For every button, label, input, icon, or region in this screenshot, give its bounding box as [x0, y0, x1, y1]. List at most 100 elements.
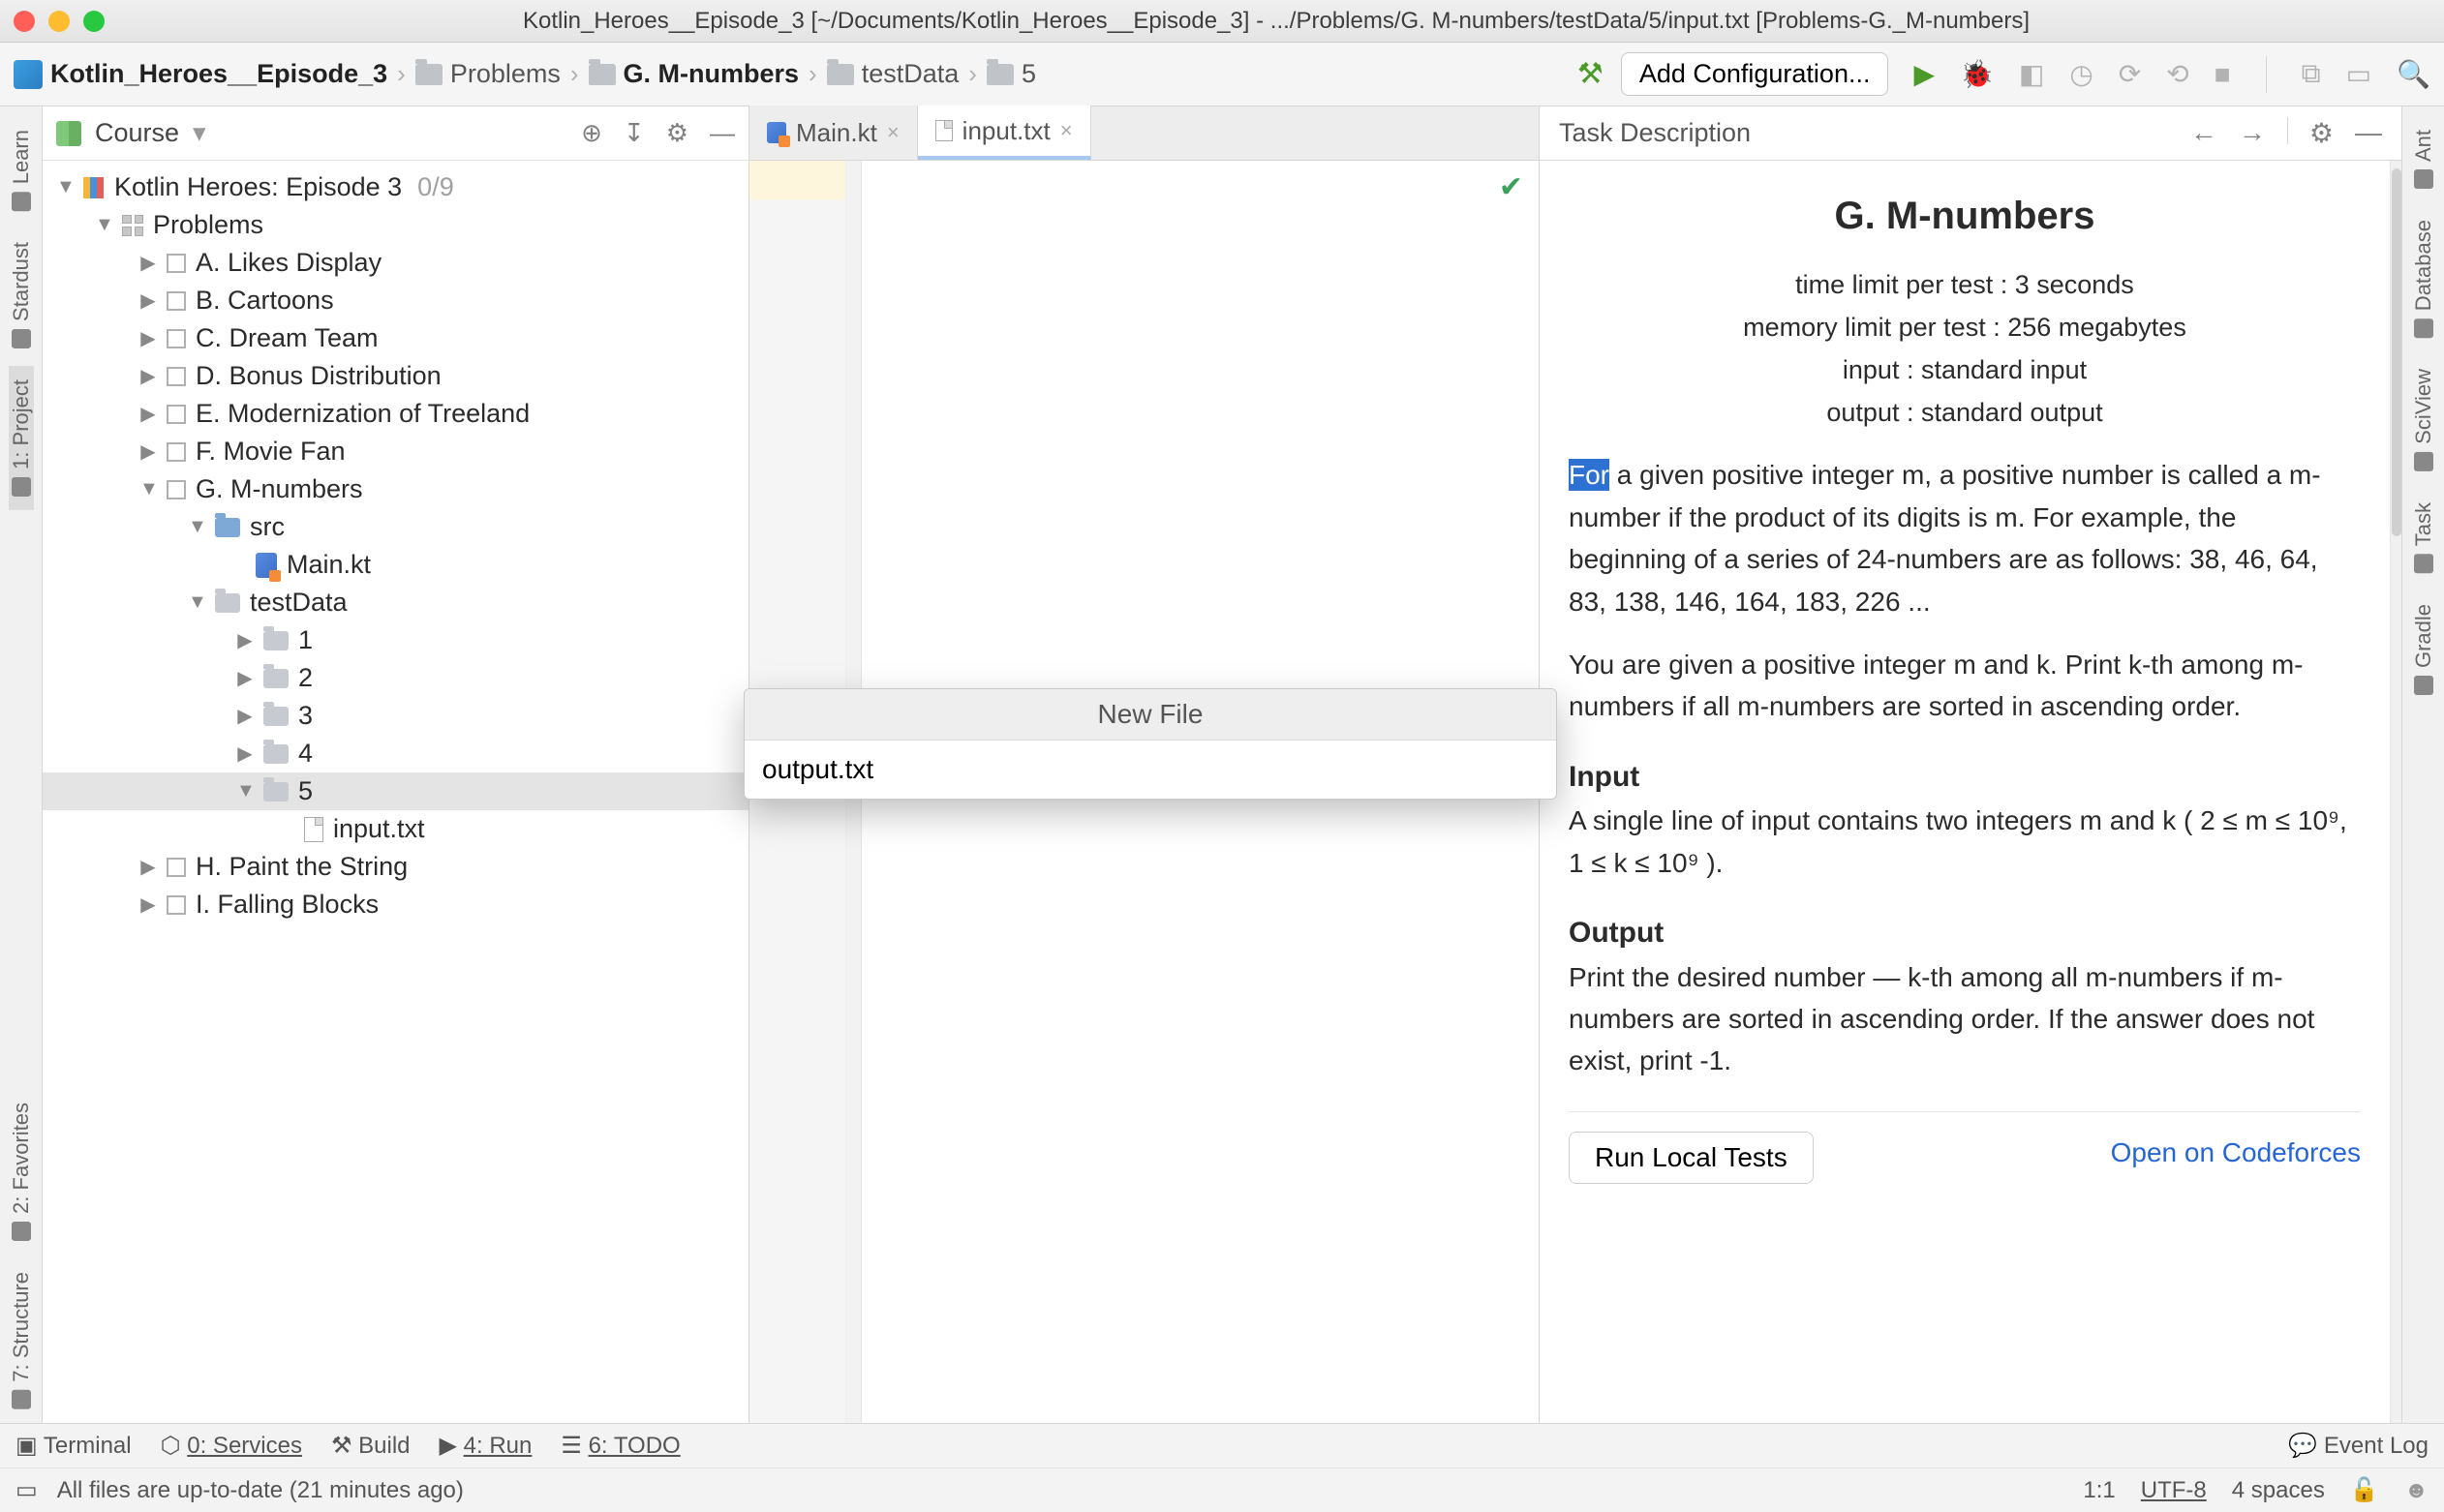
caret-icon[interactable]: [139, 439, 157, 464]
caret-icon[interactable]: [188, 516, 205, 538]
input-txt-file[interactable]: input.txt: [43, 810, 748, 848]
tool-gradle[interactable]: Gradle: [2411, 590, 2436, 709]
run-icon[interactable]: ▶: [1913, 58, 1935, 90]
tool-ant[interactable]: Ant: [2411, 116, 2436, 202]
caret-icon[interactable]: [95, 214, 112, 236]
tool-database[interactable]: Database: [2411, 206, 2436, 351]
build-icon[interactable]: ⚒: [1577, 57, 1604, 91]
open-on-codeforces-link[interactable]: Open on Codeforces: [2111, 1132, 2361, 1173]
run-target-icon[interactable]: ▭: [2346, 58, 2371, 90]
hide-icon[interactable]: —: [710, 118, 735, 148]
caret-icon[interactable]: [236, 666, 254, 690]
new-file-name-input[interactable]: [745, 741, 1556, 799]
tree-problem[interactable]: A. Likes Display: [43, 244, 748, 282]
testdata-subfolder[interactable]: 1: [43, 621, 748, 659]
caret-icon[interactable]: [139, 855, 157, 879]
tool-terminal[interactable]: ▣ Terminal: [15, 1432, 132, 1460]
testdata-subfolder[interactable]: 3: [43, 697, 748, 735]
caret-icon[interactable]: [139, 364, 157, 388]
debug-icon[interactable]: 🐞: [1960, 58, 1994, 90]
close-window-button[interactable]: [14, 11, 35, 32]
tree-problem[interactable]: H. Paint the String: [43, 848, 748, 886]
profile-icon[interactable]: ◷: [2069, 58, 2093, 90]
tool-learn[interactable]: Learn: [9, 116, 34, 225]
close-tab-icon[interactable]: ×: [1060, 118, 1073, 143]
editor-tab-input-txt[interactable]: input.txt×: [918, 106, 1091, 160]
tool-project[interactable]: 1: Project: [9, 366, 34, 510]
collapse-icon[interactable]: ↧: [624, 118, 645, 148]
src-folder[interactable]: src: [43, 508, 748, 546]
event-log[interactable]: 💬 Event Log: [2288, 1432, 2429, 1460]
tree-problem[interactable]: G. M-numbers: [43, 470, 748, 508]
tool-stardust[interactable]: Stardust: [9, 228, 34, 362]
tool-structure[interactable]: 7: Structure: [9, 1258, 34, 1423]
minimize-window-button[interactable]: [48, 11, 70, 32]
gear-icon[interactable]: ⚙: [2309, 117, 2334, 149]
tool-todo[interactable]: ☰ 6: TODO: [561, 1432, 680, 1460]
testdata-subfolder[interactable]: 4: [43, 735, 748, 772]
breadcrumb-item[interactable]: testData: [827, 59, 960, 89]
breadcrumb-item[interactable]: G. M-numbers: [589, 59, 800, 89]
gear-icon[interactable]: ⚙: [666, 118, 688, 148]
tree-problem[interactable]: D. Bonus Distribution: [43, 357, 748, 395]
testdata-subfolder-selected[interactable]: 5: [43, 772, 748, 810]
add-configuration-button[interactable]: Add Configuration...: [1621, 52, 1889, 96]
task-body[interactable]: G. M-numbers time limit per test : 3 sec…: [1540, 161, 2390, 1423]
caret-icon[interactable]: [56, 176, 74, 198]
caret-icon[interactable]: [139, 892, 157, 917]
readonly-lock-icon[interactable]: 🔓: [2350, 1476, 2379, 1504]
ide-status-icon[interactable]: ☻: [2404, 1477, 2429, 1504]
tool-run[interactable]: ▶ 4: Run: [440, 1432, 533, 1460]
search-icon[interactable]: 🔍: [2397, 58, 2430, 90]
scrollbar-thumb[interactable]: [2392, 168, 2401, 536]
forward-icon[interactable]: →: [2239, 117, 2266, 149]
editor-tab-main-kt[interactable]: Main.kt×: [749, 106, 918, 160]
testdata-subfolder[interactable]: 2: [43, 659, 748, 697]
main-kt-file[interactable]: Main.kt: [43, 546, 748, 584]
breadcrumb-item[interactable]: Problems: [415, 59, 561, 89]
stop-icon[interactable]: ■: [2215, 59, 2231, 90]
problems-node[interactable]: Problems: [43, 206, 748, 244]
tool-sciview[interactable]: SciView: [2411, 355, 2436, 485]
caret-icon[interactable]: [236, 780, 254, 802]
caret-icon[interactable]: [236, 704, 254, 728]
caret-icon[interactable]: [236, 741, 254, 766]
breadcrumb-root[interactable]: Kotlin_Heroes__Episode_3: [14, 59, 387, 89]
testdata-folder[interactable]: testData: [43, 584, 748, 621]
indent-setting[interactable]: 4 spaces: [2232, 1477, 2325, 1504]
caret-icon[interactable]: [139, 478, 157, 500]
target-icon[interactable]: ⊕: [581, 118, 602, 148]
breadcrumb-item[interactable]: 5: [987, 59, 1036, 89]
caret-icon[interactable]: [139, 402, 157, 426]
course-tree[interactable]: Kotlin Heroes: Episode 3 0/9 Problems A.…: [43, 161, 748, 1423]
run-anything-icon[interactable]: ⟲: [2166, 58, 2188, 90]
run-local-tests-button[interactable]: Run Local Tests: [1569, 1132, 1814, 1184]
tree-problem[interactable]: E. Modernization of Treeland: [43, 395, 748, 433]
hide-icon[interactable]: —: [2355, 117, 2382, 149]
coverage-icon[interactable]: ◧: [2019, 58, 2044, 90]
tool-task[interactable]: Task: [2411, 489, 2436, 587]
caret-icon[interactable]: [188, 591, 205, 614]
maximize-window-button[interactable]: [83, 11, 105, 32]
tool-build[interactable]: ⚒ Build: [331, 1432, 411, 1460]
panel-title[interactable]: Course: [95, 118, 179, 148]
task-scrollbar[interactable]: [2390, 161, 2401, 1423]
tool-services[interactable]: ⬡ 0: Services: [161, 1432, 302, 1460]
caret-icon[interactable]: [139, 326, 157, 350]
tree-problem[interactable]: C. Dream Team: [43, 319, 748, 357]
tree-problem[interactable]: I. Falling Blocks: [43, 886, 748, 923]
encoding[interactable]: UTF-8: [2141, 1477, 2207, 1504]
tree-problem[interactable]: F. Movie Fan: [43, 433, 748, 470]
caret-icon[interactable]: [236, 628, 254, 652]
caret-icon[interactable]: [139, 251, 157, 275]
caret-icon[interactable]: [139, 288, 157, 313]
git-icon[interactable]: ⧉: [2302, 58, 2321, 90]
tool-favorites[interactable]: 2: Favorites: [9, 1089, 34, 1255]
course-root[interactable]: Kotlin Heroes: Episode 3 0/9: [43, 168, 748, 206]
attach-icon[interactable]: ⟳: [2119, 58, 2141, 90]
close-tab-icon[interactable]: ×: [887, 120, 900, 145]
dropdown-icon[interactable]: ▾: [193, 118, 206, 148]
tree-problem[interactable]: B. Cartoons: [43, 282, 748, 319]
caret-position[interactable]: 1:1: [2083, 1477, 2115, 1504]
back-icon[interactable]: ←: [2190, 117, 2217, 149]
